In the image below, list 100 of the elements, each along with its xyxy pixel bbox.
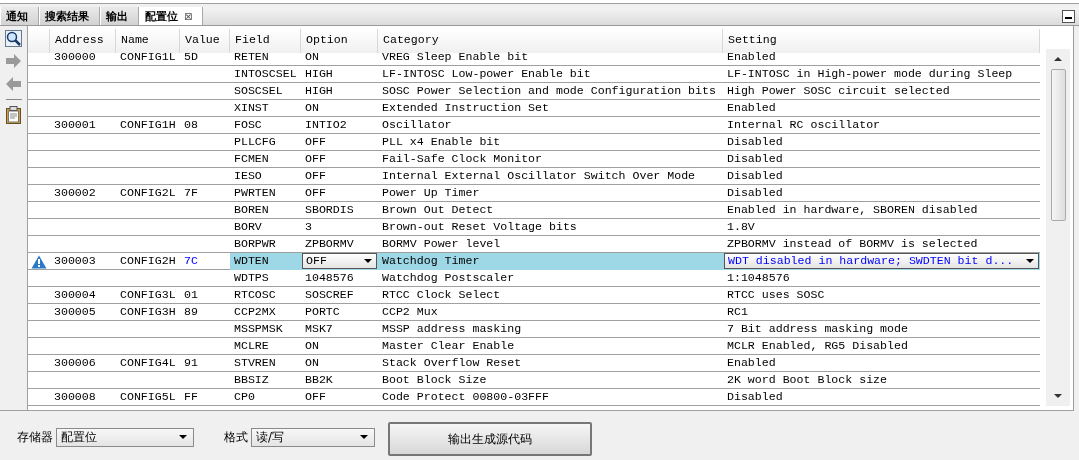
table-cell-text: Internal External Oscillator Switch Over Mode: [381, 168, 697, 184]
dropdown[interactable]: OFF: [302, 253, 377, 269]
table-cell-text: MCLR Enabled, RG5 Disabled: [726, 338, 909, 354]
table-cell-text: Disabled: [726, 185, 784, 201]
table-cell-text: CONFIG3L: [119, 287, 177, 303]
memory-label: 存储器: [17, 428, 53, 446]
table-cell-text: HIGH: [304, 83, 334, 99]
table-cell: WDTEN: [230, 253, 301, 270]
table-cell-text: 1048576: [304, 270, 355, 286]
column-header[interactable]: Category: [378, 29, 723, 53]
table-cell-text: 3: [304, 219, 313, 235]
table-cell-text: ZPBORMV: [304, 236, 355, 252]
table-cell-text: 300002: [53, 185, 97, 201]
table-cell-text: CONFIG1H: [119, 117, 177, 133]
table-cell-text: Stack Overflow Reset: [381, 355, 523, 371]
table-cell: Watchdog Timer: [378, 253, 723, 270]
tab[interactable]: 通知: [0, 7, 39, 25]
table-cell-text: 08: [183, 117, 199, 133]
table-cell-text: PLLCFG: [233, 134, 277, 150]
table-cell-text: 300004: [53, 287, 97, 303]
table-cell-text: 300008: [53, 389, 97, 405]
column-header[interactable]: Name: [116, 29, 180, 53]
table-cell-text: CONFIG2L: [119, 185, 177, 201]
table-cell-text: CONFIG2H: [119, 253, 177, 269]
table-cell-text: SBORDIS: [304, 202, 355, 218]
table-cell-text: ZPBORMV instead of BORMV is selected: [726, 236, 979, 252]
table-cell-text: ON: [304, 338, 320, 354]
column-header[interactable]: Option: [301, 29, 378, 53]
tab[interactable]: 搜索结果: [39, 7, 100, 25]
table-cell-text: Enabled in hardware, SBOREN disabled: [726, 202, 979, 218]
table-cell-text: LF-INTOSC in High-power mode during Sleep: [726, 66, 1014, 82]
table-cell-text: CONFIG4L: [119, 355, 177, 371]
table-cell-text: PORTC: [304, 304, 341, 320]
table-cell-text: OFF: [304, 168, 327, 184]
table-cell-text: RTCC uses SOSC: [726, 287, 826, 303]
column-header[interactable]: Setting: [723, 29, 1040, 53]
column-header: [28, 29, 50, 53]
table-cell-text: 7C: [183, 253, 199, 269]
table-cell-text: OFF: [304, 185, 327, 201]
table-cell-text: Power Up Timer: [381, 185, 481, 201]
table-cell-text: INTIO2: [304, 117, 348, 133]
table-cell-text: Disabled: [726, 389, 784, 405]
table-cell-text: SOSCSEL: [233, 83, 284, 99]
table-cell-text: CP0: [233, 389, 256, 405]
generate-code-button[interactable]: 输出生成源代码: [388, 422, 592, 456]
table-cell-text: ON: [304, 100, 320, 116]
table-cell-text: 1.8V: [726, 219, 756, 235]
table-cell-text: Enabled: [726, 100, 777, 116]
table-cell-text: Oscillator: [381, 117, 453, 133]
memory-dropdown[interactable]: 配置位: [56, 427, 194, 447]
table-cell-text: Code Protect 00800-03FFF: [381, 389, 550, 405]
table-cell-text: OFF: [304, 134, 327, 150]
table-cell-text: BBSIZ: [233, 372, 270, 388]
close-icon[interactable]: ⊠: [184, 10, 193, 22]
format-dropdown[interactable]: 读/写: [251, 427, 375, 447]
table-cell-text: MSK7: [304, 321, 334, 337]
table-cell-text: Brown-out Reset Voltage bits: [381, 219, 578, 235]
search-icon[interactable]: [5, 30, 22, 47]
table-cell-text: 01: [183, 287, 199, 303]
table-cell-text: Enabled: [726, 355, 777, 371]
table-cell-text: 2K word Boot Block size: [726, 372, 889, 388]
table-cell-text: 300001: [53, 117, 97, 133]
table-cell-text: WDTPS: [233, 270, 270, 286]
table-cell-text: STVREN: [233, 355, 277, 371]
clipboard-icon[interactable]: [6, 106, 21, 124]
table-cell-text: BOREN: [233, 202, 270, 218]
column-header[interactable]: Value: [180, 29, 230, 53]
table-cell-text: FF: [183, 389, 199, 405]
table-cell-text: Master Clear Enable: [381, 338, 516, 354]
table-cell-text: Internal RC oscillator: [726, 117, 882, 133]
table-cell-text: MSSP address masking: [381, 321, 523, 337]
tab[interactable]: 配置位 ⊠: [139, 7, 204, 25]
tab[interactable]: 输出: [100, 7, 139, 25]
table-cell-text: CONFIG5L: [119, 389, 177, 405]
table-cell-text: Disabled: [726, 168, 784, 184]
minimize-button[interactable]: [1062, 9, 1075, 23]
table-cell-text: RTCOSC: [233, 287, 277, 303]
table-cell-text: RC1: [726, 304, 749, 320]
table-cell-text: Fail-Safe Clock Monitor: [381, 151, 544, 167]
table-cell-text: PWRTEN: [233, 185, 277, 201]
table-cell-text: BORPWR: [233, 236, 277, 252]
column-header[interactable]: Field: [230, 29, 301, 53]
table-cell-text: BORMV Power level: [381, 236, 502, 252]
table-cell-text: SOSCREF: [304, 287, 355, 303]
table-cell-text: Boot Block Size: [381, 372, 488, 388]
column-header[interactable]: Address: [50, 29, 116, 53]
table-cell-text: Watchdog Postscaler: [381, 270, 516, 286]
table-cell-text: RTCC Clock Select: [381, 287, 502, 303]
table-cell-text: Disabled: [726, 151, 784, 167]
vertical-scrollbar[interactable]: [1046, 49, 1070, 406]
table-cell-text: MSSPMSK: [233, 321, 284, 337]
table-cell-text: CCP2 Mux: [381, 304, 439, 320]
table-cell-text: BB2K: [304, 372, 334, 388]
dropdown[interactable]: WDT disabled in hardware; SWDTEN bit d...: [724, 253, 1039, 269]
table-cell-text: SOSC Power Selection and mode Configuration bits: [381, 83, 717, 99]
table-cell-text: INTOSCSEL: [233, 66, 298, 82]
table-cell-text: 91: [183, 355, 199, 371]
table-cell-text: Disabled: [726, 134, 784, 150]
table-cell-text: 300003: [53, 253, 97, 269]
format-label: 格式: [224, 428, 248, 446]
